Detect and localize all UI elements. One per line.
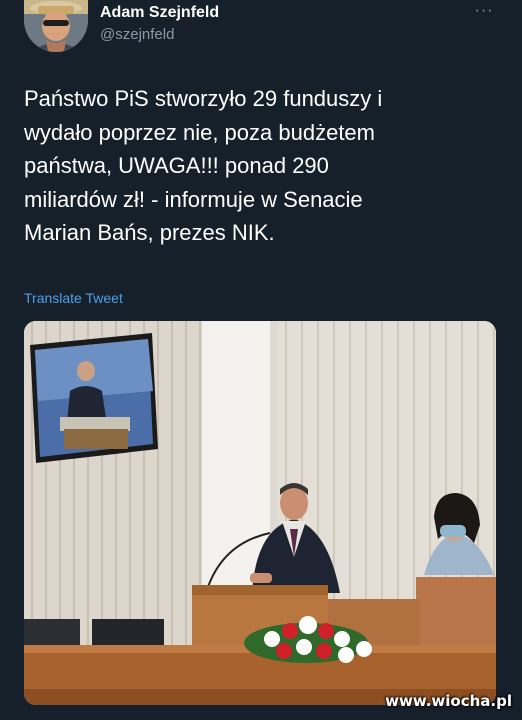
author-display-name[interactable]: Adam Szejnfeld	[100, 4, 219, 22]
more-options-button[interactable]: ···	[472, 0, 496, 22]
more-horizontal-icon: ···	[474, 2, 494, 19]
translate-tweet-link[interactable]: Translate Tweet	[24, 289, 123, 307]
avatar[interactable]	[24, 0, 88, 52]
tweet-screenshot: Adam Szejnfeld @szejnfeld ··· Państwo Pi…	[0, 0, 522, 720]
watermark: www.wiocha.pl	[385, 692, 512, 710]
tweet-photo[interactable]	[24, 321, 496, 705]
tweet-text: Państwo PiS stworzyło 29 funduszy i wyda…	[24, 86, 383, 245]
senate-photo	[24, 321, 496, 705]
author-handle[interactable]: @szejnfeld	[100, 26, 174, 44]
avatar-photo	[24, 0, 88, 52]
wall-monitor	[30, 333, 158, 463]
